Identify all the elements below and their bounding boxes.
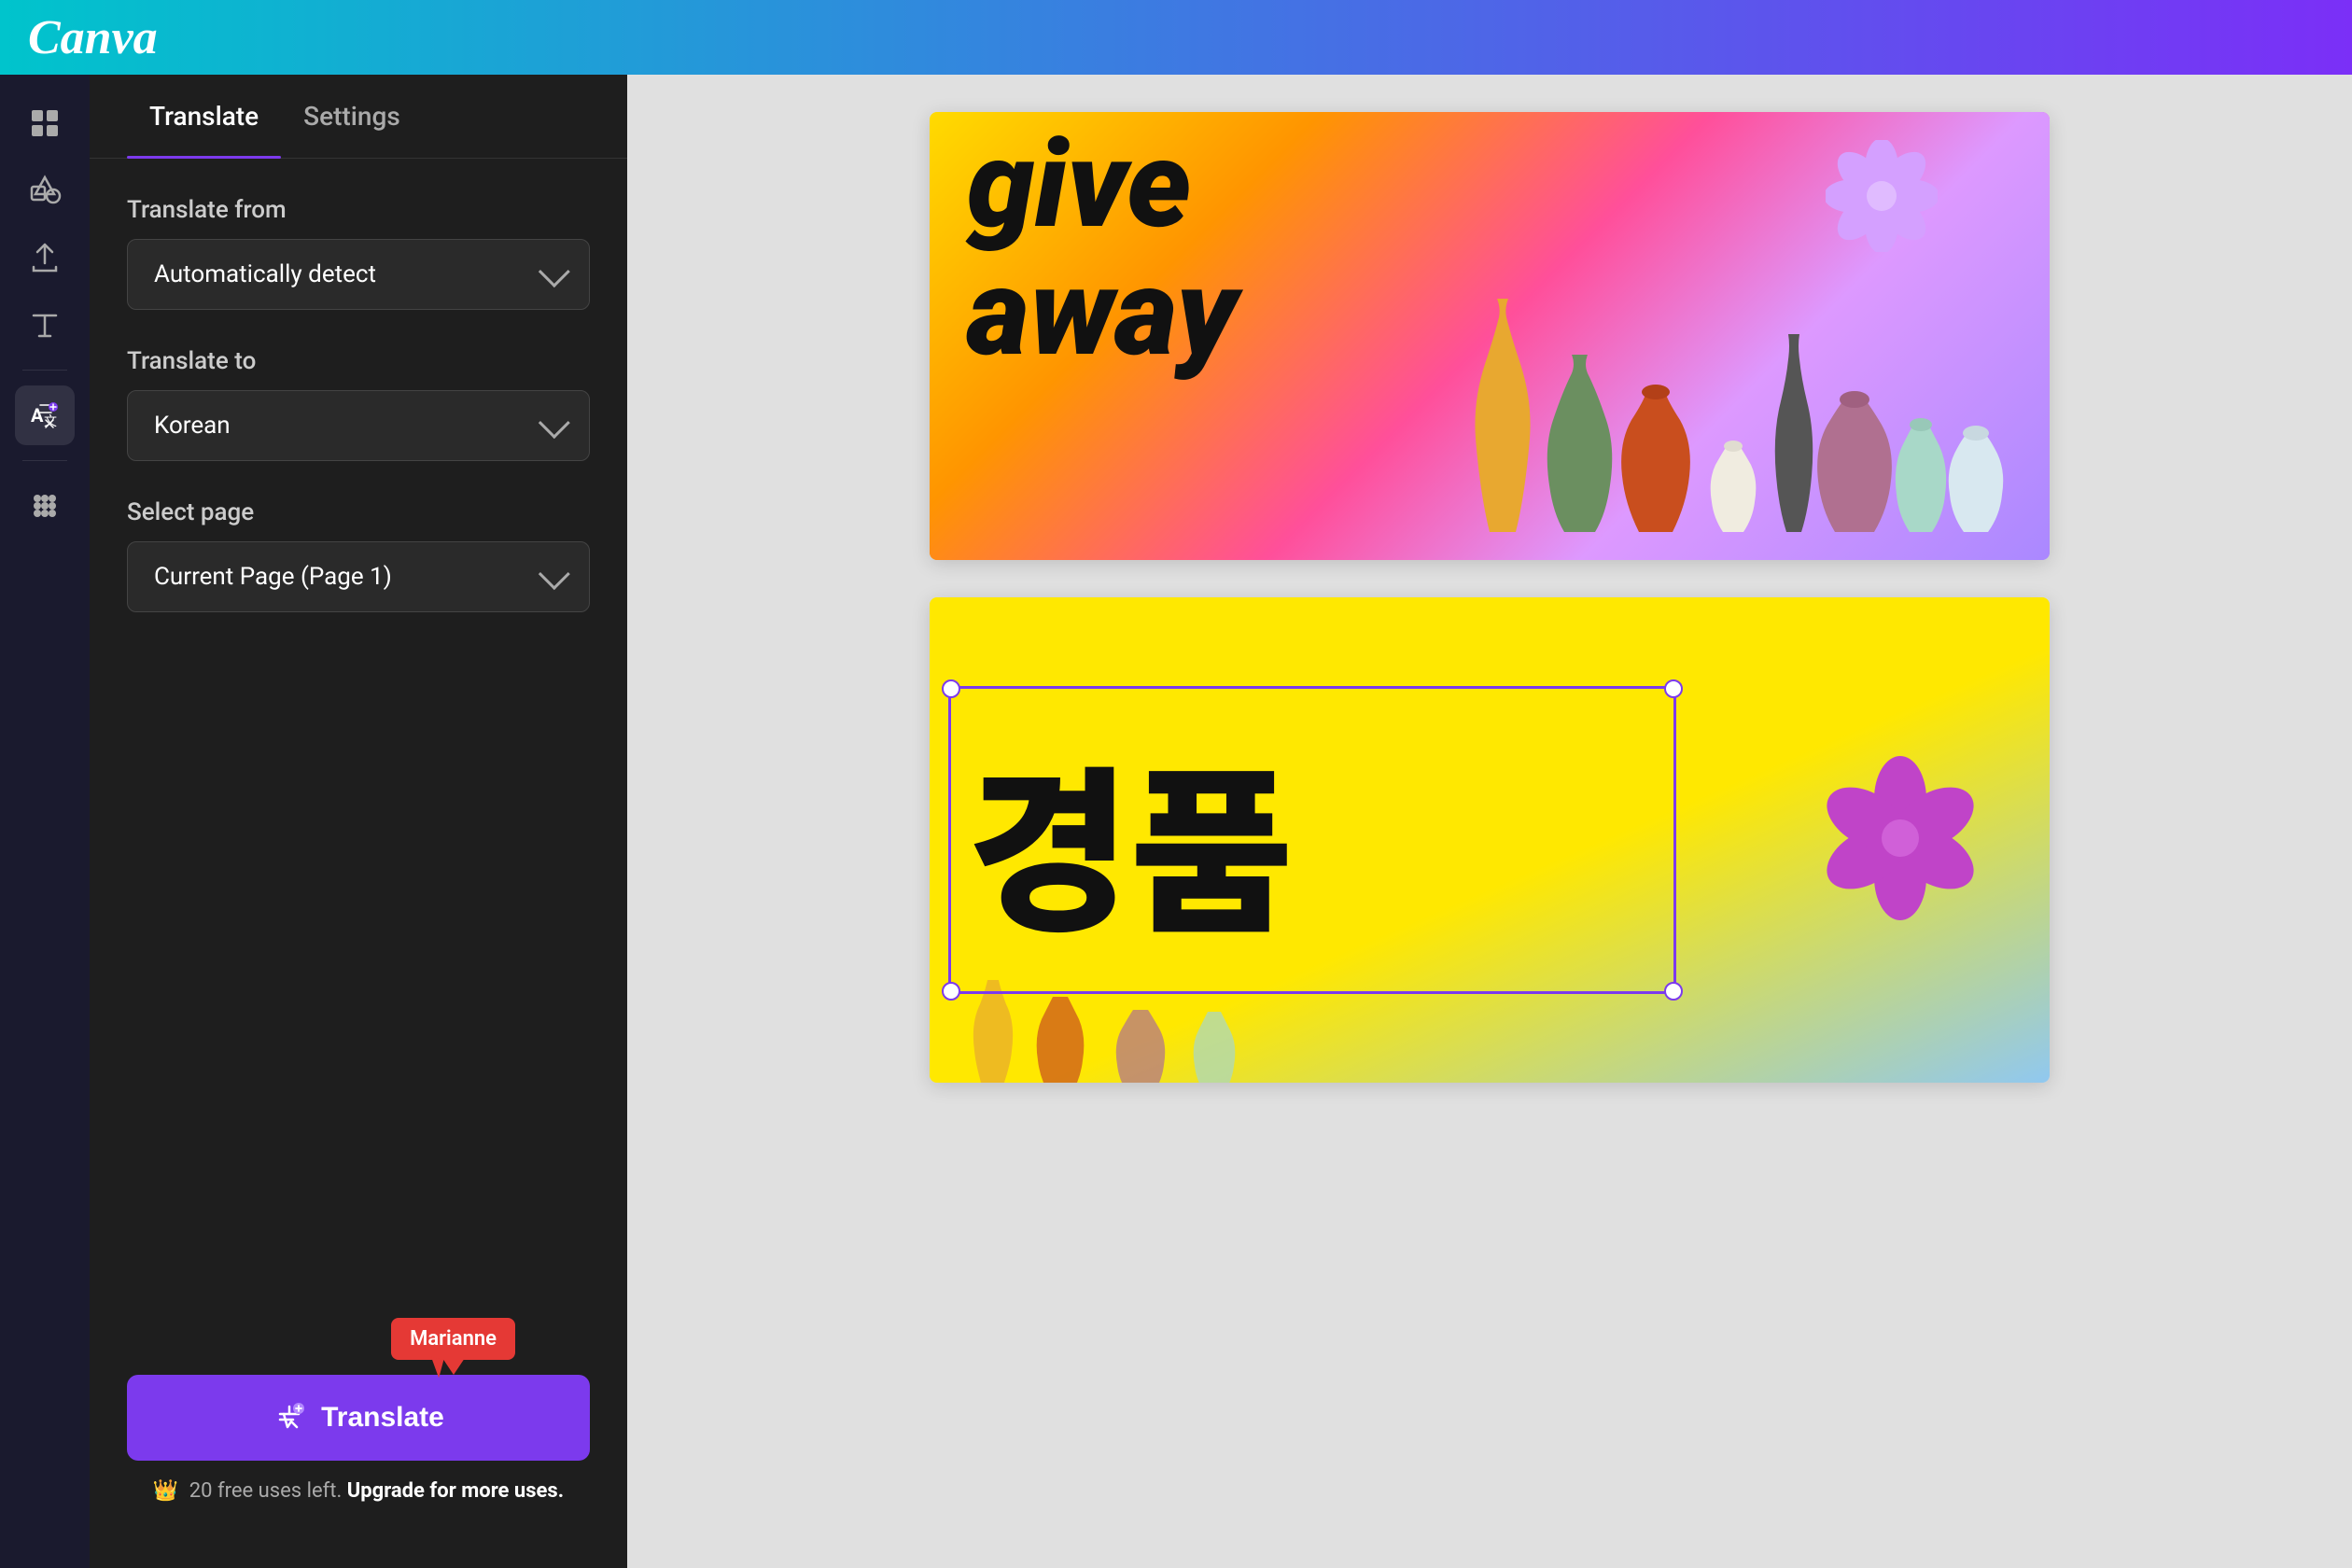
sidebar-item-grid[interactable]	[15, 93, 75, 153]
chevron-down-icon-3	[539, 558, 570, 590]
translate-from-select[interactable]: Automatically detect	[127, 239, 590, 310]
select-page-label: Select page	[127, 498, 590, 526]
icon-sidebar: A 文	[0, 75, 90, 1568]
canvas-area: give away	[627, 75, 2352, 1568]
translate-from-label: Translate from	[127, 196, 590, 224]
user-tooltip-area: Marianne	[127, 1318, 590, 1360]
card1-text-line1: give	[967, 121, 1238, 249]
card1-text: give away	[967, 121, 1238, 376]
free-uses-count: 20 free uses left.	[189, 1479, 343, 1503]
translate-to-value: Korean	[154, 412, 231, 440]
vases-svg	[1434, 271, 2031, 551]
card2-flower	[1807, 745, 1994, 935]
free-uses-text: 👑 20 free uses left. Upgrade for more us…	[127, 1479, 590, 1503]
upgrade-link[interactable]: Upgrade for more uses.	[347, 1479, 564, 1503]
selection-box	[948, 686, 1676, 994]
translate-star-icon	[273, 1401, 306, 1435]
sidebar-item-upload[interactable]	[15, 228, 75, 287]
translate-to-select[interactable]: Korean	[127, 390, 590, 461]
translate-button-label: Translate	[321, 1402, 444, 1434]
sidebar-item-apps[interactable]	[15, 476, 75, 536]
select-page-select[interactable]: Current Page (Page 1)	[127, 541, 590, 612]
canva-logo: Canva	[28, 10, 158, 65]
tab-translate[interactable]: Translate	[127, 75, 281, 158]
sidebar-item-text[interactable]	[15, 295, 75, 355]
svg-text:A: A	[31, 404, 44, 427]
handle-br	[1664, 982, 1683, 1001]
app-header: Canva	[0, 0, 2352, 75]
sidebar-item-translate[interactable]: A 文	[15, 385, 75, 445]
translate-from-value: Automatically detect	[154, 260, 376, 288]
translate-to-wrapper: Korean	[127, 390, 590, 461]
design-card-1: give away	[930, 112, 2050, 560]
card1-text-line2: away	[967, 249, 1238, 377]
translate-from-wrapper: Automatically detect	[127, 239, 590, 310]
translate-button[interactable]: Translate	[127, 1375, 590, 1461]
panel-spacer	[127, 650, 590, 1318]
design-card-2: 경품	[930, 597, 2050, 1083]
chevron-down-icon-2	[539, 407, 570, 439]
select-page-value: Current Page (Page 1)	[154, 563, 392, 591]
panel-content: Translate from Automatically detect Tran…	[90, 159, 627, 1568]
panel-sidebar: Translate Settings Translate from Automa…	[90, 75, 627, 1568]
card1-vases	[1415, 243, 2050, 560]
main-content: A 文 Translate	[0, 75, 2352, 1568]
handle-bl	[942, 982, 960, 1001]
crown-icon: 👑	[153, 1479, 178, 1503]
user-tooltip-bubble: Marianne	[391, 1318, 515, 1360]
tab-settings[interactable]: Settings	[281, 75, 423, 158]
sidebar-item-elements[interactable]	[15, 161, 75, 220]
handle-tr	[1664, 679, 1683, 698]
sidebar-divider-2	[22, 460, 67, 461]
handle-tl	[942, 679, 960, 698]
panel-tabs: Translate Settings	[90, 75, 627, 159]
translate-to-label: Translate to	[127, 347, 590, 375]
chevron-down-icon	[539, 256, 570, 287]
sidebar-divider	[22, 370, 67, 371]
card1-flower	[1826, 140, 1938, 256]
select-page-wrapper: Current Page (Page 1)	[127, 541, 590, 612]
button-area: Marianne Translate	[127, 1318, 590, 1531]
